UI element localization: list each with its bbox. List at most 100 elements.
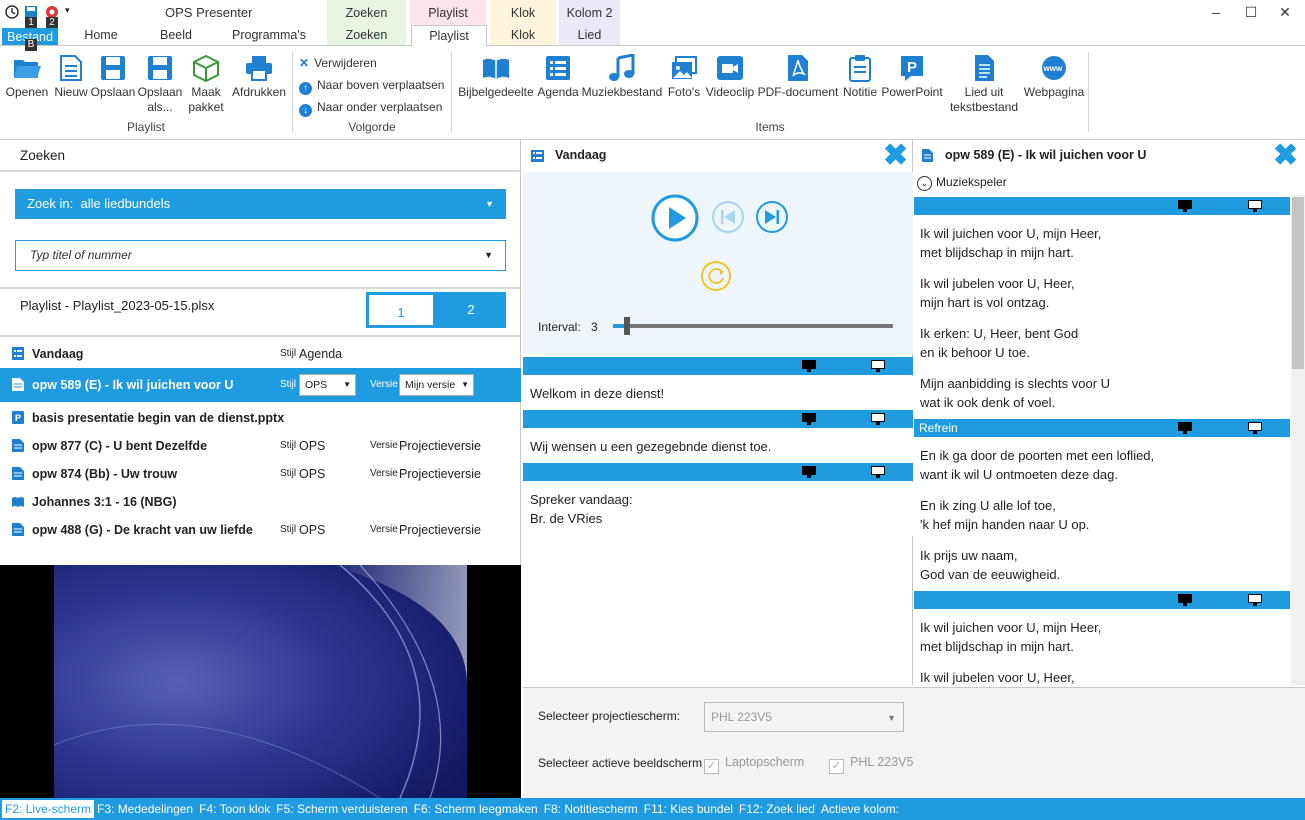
opslaan-button[interactable]: Opslaan (90, 54, 136, 100)
lyric-block[interactable]: Ik erken: U, Heer, bent God en ik behoor … (914, 324, 1290, 362)
webpagina-button[interactable]: www Webpagina (1022, 54, 1086, 100)
search-title: Zoeken (20, 148, 66, 163)
phl-checkbox[interactable]: ✓ PHL 223V5 (829, 755, 913, 774)
fotos-button[interactable]: Foto's (664, 54, 704, 100)
agenda-button[interactable]: Agenda (536, 54, 580, 100)
afdrukken-button[interactable]: Afdrukken (229, 54, 289, 100)
play-icon[interactable] (651, 194, 699, 242)
slide-text[interactable]: Welkom in deze dienst! (523, 376, 913, 411)
status-mededelingen[interactable]: F3: Mededelingen (97, 802, 193, 816)
status-live-scherm[interactable]: F2: Live-scherm (2, 800, 95, 818)
status-notitiescherm[interactable]: F8: Notitiescherm (544, 802, 638, 816)
stijl-dropdown[interactable]: OPS ▼ (299, 374, 356, 396)
close-panel-icon[interactable]: ✖ (1273, 141, 1298, 171)
folder-open-icon (14, 60, 41, 78)
scrollbar[interactable] (1291, 195, 1305, 685)
monitor-filled-icon[interactable] (802, 360, 816, 372)
tab-lied[interactable]: Lied (559, 25, 620, 46)
videoclip-button[interactable]: Videoclip (704, 54, 756, 100)
monitor-filled-icon[interactable] (1178, 422, 1192, 434)
page-button-2[interactable]: 2 (436, 292, 506, 328)
playlist-row[interactable]: P basis presentatie begin van de dienst.… (0, 404, 521, 432)
scrollbar-thumb[interactable] (1292, 197, 1304, 369)
maximize-icon[interactable]: ☐ (1236, 0, 1266, 25)
close-window-icon[interactable]: ✕ (1270, 0, 1300, 25)
quick-access-menu-icon[interactable]: ▾ (65, 5, 70, 16)
status-kies-bundel[interactable]: F11: Kies bundel (644, 802, 733, 816)
page-button-1[interactable]: 1 (366, 292, 436, 328)
versie-dropdown[interactable]: Mijn versie ▼ (399, 374, 474, 396)
context-header: Klok (490, 0, 556, 25)
close-panel-icon[interactable]: ✖ (883, 141, 908, 171)
slide-text[interactable]: Wij wensen u een gezegebnde dienst toe. (523, 429, 913, 464)
maak-pakket-button[interactable]: Maak pakket (186, 54, 226, 115)
monitor-filled-icon[interactable] (802, 413, 816, 425)
lyric-block[interactable]: Ik wil juichen voor U, mijn Heer, met bli… (914, 618, 1290, 656)
monitor-outline-icon[interactable] (1248, 200, 1262, 212)
svg-text:P: P (15, 413, 21, 423)
playlist-row[interactable]: opw 877 (C) - U bent Dezelfde Stijl OPS … (0, 432, 521, 460)
bijbelgedeelte-button[interactable]: Bijbelgedeelte (456, 54, 536, 100)
status-zoek-lied[interactable]: F12: Zoek lied (739, 802, 815, 816)
playlist-row[interactable]: opw 488 (G) - De kracht van uw liefde St… (0, 516, 521, 544)
lyric-block[interactable]: Ik wil juichen voor U, mijn Heer, met bli… (914, 224, 1290, 262)
lyric-block[interactable]: En ik ga door de poorten met een loflied… (914, 446, 1290, 484)
monitor-outline-icon[interactable] (1248, 594, 1262, 606)
monitor-outline-icon[interactable] (871, 360, 885, 372)
tab-playlist[interactable]: Playlist (411, 25, 487, 46)
slide-header-bar (523, 410, 913, 428)
lyric-block[interactable]: En ik zing U alle lof toe, 'k hef mijn ha… (914, 496, 1290, 534)
status-toon-klok[interactable]: F4: Toon klok (199, 802, 270, 816)
monitor-filled-icon[interactable] (802, 466, 816, 478)
status-verduisteren[interactable]: F5: Scherm verduisteren (276, 802, 407, 816)
playlist-row[interactable]: Vandaag Stijl Agenda (0, 340, 521, 368)
playlist-row-selected[interactable]: opw 589 (E) - Ik wil juichen voor U Stij… (0, 368, 521, 402)
opslaan-als-button[interactable]: Opslaan als... (136, 54, 184, 115)
lyric-line: mijn hart is vol ontzag. (920, 295, 1050, 310)
tab-beeld[interactable]: Beeld (150, 25, 202, 46)
monitor-filled-icon[interactable] (1178, 594, 1192, 606)
monitor-filled-icon[interactable] (1178, 200, 1192, 212)
zoek-in-dropdown[interactable]: Zoek in: alle liedbundels ▼ (15, 189, 506, 219)
divider (0, 287, 520, 289)
minimize-icon[interactable]: – (1201, 0, 1231, 25)
lyric-block[interactable]: Ik wil jubelen voor U, Heer, (914, 668, 1290, 685)
naar-boven-button[interactable]: ↑ Naar boven verplaatsen (299, 76, 444, 95)
muziekbestand-button[interactable]: Muziekbestand (581, 54, 663, 100)
interval-slider-thumb[interactable] (624, 317, 630, 335)
slide-text[interactable]: Spreker vandaag: Br. de VRies (523, 482, 913, 536)
playlist-row[interactable]: opw 874 (Bb) - Uw trouw Stijl OPS Versie… (0, 460, 521, 488)
loop-icon[interactable] (700, 260, 732, 292)
lied-uit-label-1: Lied uit (964, 85, 1004, 99)
monitor-outline-icon[interactable] (871, 413, 885, 425)
tab-home[interactable]: Home (75, 25, 127, 46)
lyric-block[interactable]: Ik wil jubelen voor U, Heer, mijn hart is… (914, 274, 1290, 312)
app-logo-icon[interactable] (5, 5, 19, 19)
pdf-document-button[interactable]: PDF-document (757, 54, 839, 100)
next-icon[interactable] (755, 200, 789, 234)
tab-klok[interactable]: Klok (490, 25, 556, 46)
projectiescherm-dropdown[interactable]: PHL 223V5 ▼ (704, 702, 904, 732)
laptopscherm-checkbox[interactable]: ✓ Laptopscherm (704, 755, 804, 774)
verwijderen-button[interactable]: ✕ Verwijderen (299, 54, 377, 72)
powerpoint-button[interactable]: P PowerPoint (880, 54, 944, 100)
naar-onder-button[interactable]: ↓ Naar onder verplaatsen (299, 98, 442, 117)
notitie-button[interactable]: Notitie (840, 54, 880, 100)
tab-programmas[interactable]: Programma's (225, 25, 313, 46)
monitor-outline-icon[interactable] (871, 466, 885, 478)
muziekspeler-toggle[interactable]: ⌄ Muziekspeler (917, 175, 1007, 191)
tab-zoeken[interactable]: Zoeken (327, 25, 406, 46)
lyric-line: En ik zing U alle lof toe, (920, 498, 1056, 513)
interval-slider[interactable] (613, 317, 893, 335)
previous-icon[interactable] (711, 200, 745, 234)
playlist-row[interactable]: Johannes 3:1 - 16 (NBG) (0, 488, 521, 516)
status-leegmaken[interactable]: F6: Scherm leegmaken (414, 802, 538, 816)
openen-button[interactable]: Openen (4, 54, 50, 100)
lied-uit-tekstbestand-button[interactable]: Lied uit tekstbestand (946, 54, 1022, 115)
monitor-outline-icon[interactable] (1248, 422, 1262, 434)
lyric-block[interactable]: Ik prijs uw naam, God van de eeuwigheid. (914, 546, 1290, 584)
lyric-block[interactable]: Mijn aanbidding is slechts voor U wat ik … (914, 374, 1290, 412)
search-input[interactable]: Typ titel of nummer ▼ (15, 240, 506, 271)
nieuw-button[interactable]: Nieuw (52, 54, 90, 100)
versie-value: Projectieversie (399, 439, 481, 453)
